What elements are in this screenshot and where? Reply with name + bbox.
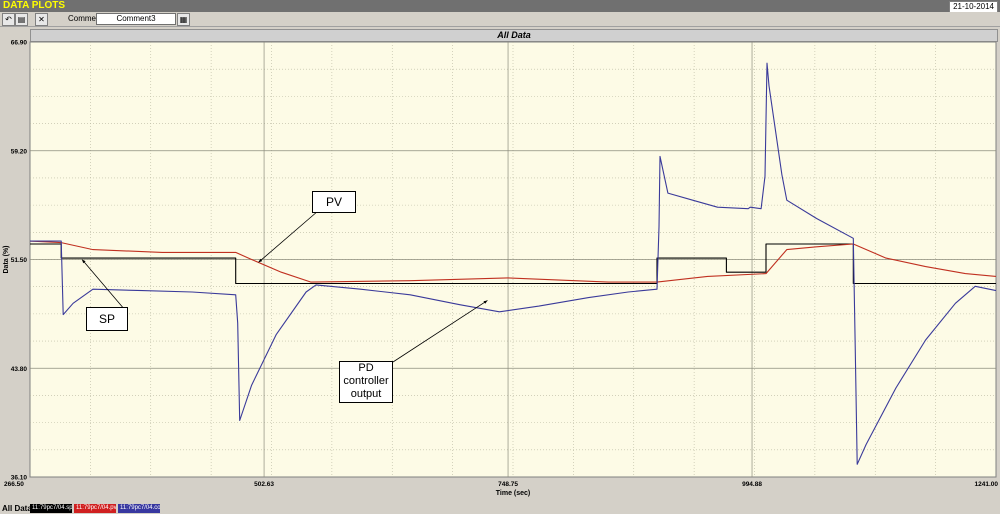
open-folder-icon[interactable]: ▤ [15, 13, 28, 26]
title-bar: DATA PLOTS 21-10-2014 [0, 0, 1000, 13]
annotation-sp: SP [86, 307, 128, 331]
status-label: All Data [2, 504, 32, 513]
status-bar: All Data 11:79pc7/04.sp 11:79pc7/04.pv 1… [0, 503, 1000, 514]
window-title: DATA PLOTS [3, 0, 66, 11]
x-tick-label: 502.63 [254, 481, 274, 488]
y-tick-label: 43.80 [11, 366, 28, 373]
x-axis-label: Time (sec) [496, 490, 531, 497]
undo-icon[interactable]: ↶ [2, 13, 15, 26]
x-tick-label: 748.75 [498, 481, 518, 488]
legend-pv[interactable]: 11:79pc7/04.pv [74, 504, 116, 513]
y-tick-label: 51.50 [11, 257, 28, 264]
x-tick-label: 266.50 [4, 481, 24, 488]
close-icon[interactable]: ✕ [35, 13, 48, 26]
y-tick-label: 66.90 [11, 40, 28, 47]
toolbar: ↶ ▤ ✕ Comment Comment3 ▦ [0, 12, 1000, 27]
y-axis-label: Data (%) [3, 245, 10, 273]
x-tick-label: 994.88 [742, 481, 762, 488]
chart-svg: 36.1043.8051.5059.2066.90266.50 502.63 748… [3, 40, 999, 497]
y-tick-label: 59.20 [11, 148, 28, 155]
annotation-pv: PV [312, 191, 356, 213]
legend-co[interactable]: 11:79pc7/04.co [118, 504, 160, 513]
x-tick-label: 1241.00 [975, 481, 999, 488]
comment-input[interactable]: Comment3 [96, 13, 176, 25]
grid-icon[interactable]: ▦ [177, 13, 190, 26]
annotation-pd-controller-output: PD controller output [339, 361, 393, 403]
legend-sp[interactable]: 11:79pc7/04.sp [30, 504, 72, 513]
